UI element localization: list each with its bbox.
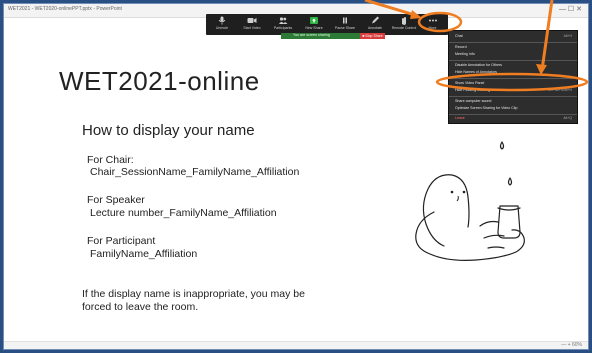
people-icon (279, 17, 288, 24)
menu-item-hide-floating-controls[interactable]: Hide Floating Meeting Controls (455, 88, 504, 92)
zoom-level[interactable]: — + 60% (561, 342, 582, 348)
participants-button[interactable]: Participants (268, 15, 298, 34)
section-value-chair: Chair_SessionName_FamilyName_Affiliation (90, 166, 300, 178)
remote-control-button[interactable]: Remote Control (390, 15, 418, 34)
unmute-button[interactable]: Unmute (208, 15, 236, 34)
new-share-label: New Share (305, 26, 323, 30)
unmute-label: Unmute (215, 26, 229, 30)
share-icon (310, 17, 318, 24)
status-bar: — + 60% (4, 341, 588, 349)
annotate-button[interactable]: Annotate (361, 15, 389, 34)
menu-item-disable-annotation[interactable]: Disable Annotation for Others (455, 63, 502, 67)
menu-divider (449, 114, 577, 115)
slide-title: WET2021-online (59, 66, 260, 96)
drop-2 (507, 177, 513, 186)
menu-item-leave[interactable]: Leave (455, 116, 465, 120)
hand-icon (402, 17, 406, 25)
more-dropdown-menu: Chat Alt+H Record Meeting Info Disable A… (448, 30, 578, 124)
drop-1 (499, 141, 505, 150)
note-line-1: If the display name is inappropriate, yo… (82, 288, 305, 300)
character-illustration (415, 141, 525, 261)
sharing-message: You are screen sharing (293, 33, 330, 37)
pause-share-label: Pause Share (334, 26, 356, 30)
pause-share-button[interactable]: Pause Share (330, 15, 360, 34)
pen-icon (372, 16, 379, 24)
new-share-button[interactable]: New Share (299, 15, 329, 34)
stop-share-button[interactable]: ■ Stop Share (360, 33, 385, 39)
more-button[interactable]: More (419, 15, 446, 34)
window-title: WET2021 - WET2020-onlinePPT.pptx - Power… (8, 6, 122, 12)
menu-item-chat[interactable]: Chat (455, 34, 463, 38)
menu-item-meeting-info[interactable]: Meeting Info (455, 52, 475, 56)
menu-shortcut-hide-controls: Ctrl+Alt+Shift+H (547, 88, 572, 92)
start-video-label: Start Video (243, 26, 261, 30)
annotate-label: Annotate (367, 26, 382, 30)
meeting-toolbar: Unmute Start Video Participants New Shar… (206, 14, 448, 35)
menu-divider (449, 78, 577, 79)
section-label-chair: For Chair: (87, 154, 134, 166)
slide-subtitle: How to display your name (82, 122, 255, 139)
participants-label: Participants (273, 26, 293, 30)
remote-control-label: Remote Control (391, 26, 417, 30)
menu-item-record[interactable]: Record (455, 45, 467, 49)
menu-divider (449, 60, 577, 61)
camera-icon (247, 18, 257, 23)
section-value-participant: FamilyName_Affiliation (90, 248, 198, 260)
menu-item-hide-annotator-names[interactable]: Hide Names of Annotators (455, 70, 497, 74)
section-label-speaker: For Speaker (87, 194, 145, 206)
more-label: More (428, 26, 437, 30)
note-line-2: forced to leave the room. (82, 301, 199, 313)
screen-sharing-bar: You are screen sharing ■ Stop Share (281, 33, 385, 39)
section-label-participant: For Participant (87, 235, 156, 247)
menu-shortcut-leave: Alt+Q (563, 116, 572, 120)
pause-icon (343, 17, 347, 24)
menu-shortcut-chat: Alt+H (563, 34, 572, 38)
menu-divider (449, 96, 577, 97)
start-video-button[interactable]: Start Video (237, 15, 267, 34)
menu-item-optimize-video[interactable]: Optimize Screen Sharing for Video Clip (455, 106, 517, 110)
menu-item-share-sound[interactable]: Share computer sound (455, 99, 491, 103)
more-icon (428, 19, 437, 22)
section-value-speaker: Lecture number_FamilyName_Affiliation (90, 207, 277, 219)
mic-icon (218, 16, 226, 25)
menu-item-show-video-panel[interactable]: Show Video Panel (455, 81, 484, 85)
window-controls[interactable]: — ☐ ✕ (559, 5, 582, 13)
menu-divider (449, 42, 577, 43)
